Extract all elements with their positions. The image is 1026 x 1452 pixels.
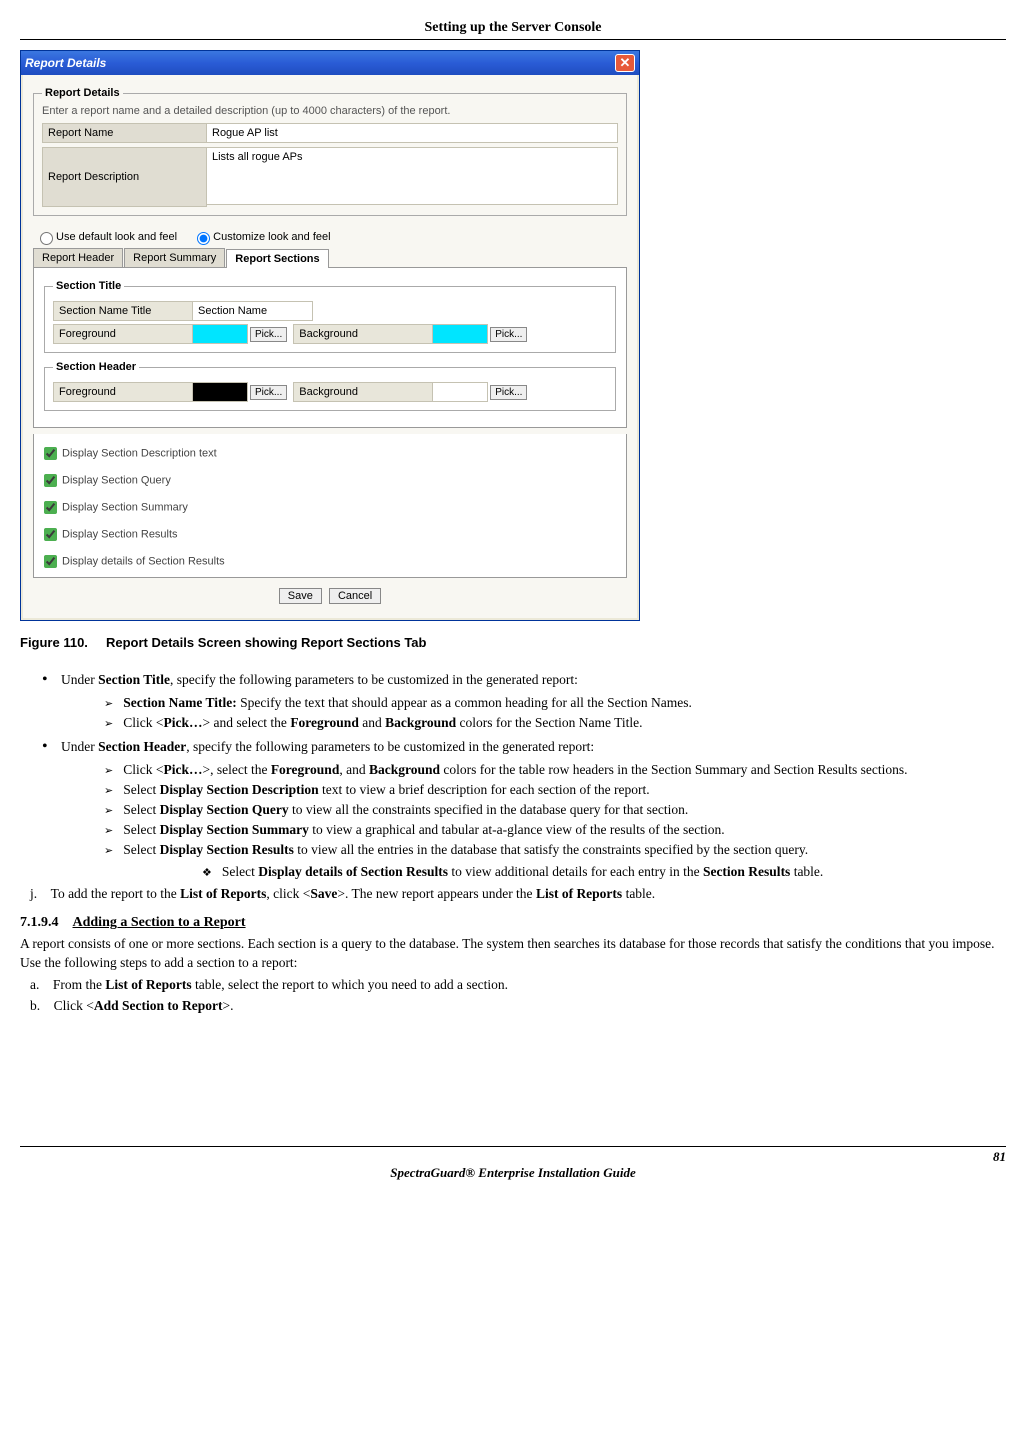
- sh-foreground-label: Foreground: [53, 382, 193, 402]
- look-feel-radio-row: Use default look and feel Customize look…: [31, 224, 629, 248]
- section-intro: A report consists of one or more section…: [20, 934, 1006, 973]
- tab-report-sections[interactable]: Report Sections: [226, 249, 328, 268]
- section-title-legend: Section Title: [53, 280, 124, 292]
- step-j: j. To add the report to the List of Repo…: [42, 884, 1006, 904]
- figure-caption: Figure 110. Report Details Screen showin…: [20, 635, 1006, 650]
- guide-title: SpectraGuard® Enterprise Installation Gu…: [20, 1165, 1006, 1181]
- st-bg-pick-button[interactable]: Pick...: [490, 327, 527, 342]
- page-footer: 81 SpectraGuard® Enterprise Installation…: [20, 1146, 1006, 1181]
- chk-section-summary[interactable]: Display Section Summary: [38, 494, 622, 521]
- report-name-label: Report Name: [42, 123, 207, 143]
- section-header-group: Section Header Foreground Pick... Backgr…: [44, 361, 616, 411]
- sh-background-label: Background: [293, 382, 433, 402]
- step-a: a. From the List of Reports table, selec…: [42, 975, 1006, 995]
- page-number: 81: [20, 1149, 1006, 1165]
- report-desc-input[interactable]: Lists all rogue APs: [207, 147, 618, 205]
- diamond-display-details: Select Display details of Section Result…: [224, 862, 1006, 882]
- body-text: Under Section Title, specify the followi…: [20, 668, 1006, 1016]
- chk-section-query[interactable]: Display Section Query: [38, 467, 622, 494]
- chk-desc-text[interactable]: Display Section Description text: [38, 440, 622, 467]
- dialog-title: Report Details: [25, 56, 106, 70]
- arrow-pick-header-colors: Click <Pick…>, select the Foreground, an…: [126, 760, 1006, 780]
- sh-fg-pick-button[interactable]: Pick...: [250, 385, 287, 400]
- section-name-title-input[interactable]: Section Name: [193, 301, 313, 321]
- arrow-display-summary: Select Display Section Summary to view a…: [126, 820, 1006, 840]
- report-desc-label: Report Description: [42, 147, 207, 207]
- tab-report-header[interactable]: Report Header: [33, 248, 123, 267]
- section-name-title-label: Section Name Title: [53, 301, 193, 321]
- step-b: b. Click <Add Section to Report>.: [42, 996, 1006, 1016]
- hint-text: Enter a report name and a detailed descr…: [42, 105, 618, 117]
- tab-content: Section Title Section Name Title Section…: [33, 268, 627, 428]
- report-name-input[interactable]: Rogue AP list: [207, 123, 618, 143]
- checkbox-list: Display Section Description text Display…: [33, 434, 627, 578]
- section-title-group: Section Title Section Name Title Section…: [44, 280, 616, 353]
- chk-section-results[interactable]: Display Section Results: [38, 521, 622, 548]
- arrow-display-desc: Select Display Section Description text …: [126, 780, 1006, 800]
- cancel-button[interactable]: Cancel: [329, 588, 381, 604]
- st-background-swatch: [433, 324, 488, 344]
- page-header: Setting up the Server Console: [20, 20, 1006, 40]
- arrow-section-name-title: Section Name Title: Specify the text tha…: [126, 693, 1006, 713]
- sh-bg-pick-button[interactable]: Pick...: [490, 385, 527, 400]
- sh-foreground-swatch: [193, 382, 248, 402]
- tabs: Report Header Report Summary Report Sect…: [33, 248, 627, 268]
- arrow-pick-title-colors: Click <Pick…> and select the Foreground …: [126, 713, 1006, 733]
- bullet-section-header: Under Section Header, specify the follow…: [60, 735, 1006, 882]
- chk-details-results[interactable]: Display details of Section Results: [38, 548, 622, 575]
- close-icon[interactable]: ✕: [615, 54, 635, 72]
- arrow-display-query: Select Display Section Query to view all…: [126, 800, 1006, 820]
- section-header-legend: Section Header: [53, 361, 139, 373]
- st-fg-pick-button[interactable]: Pick...: [250, 327, 287, 342]
- bullet-section-title: Under Section Title, specify the followi…: [60, 668, 1006, 733]
- st-foreground-label: Foreground: [53, 324, 193, 344]
- tab-report-summary[interactable]: Report Summary: [124, 248, 225, 267]
- st-background-label: Background: [293, 324, 433, 344]
- radio-custom[interactable]: Customize look and feel: [192, 231, 330, 243]
- st-foreground-swatch: [193, 324, 248, 344]
- group-legend: Report Details: [42, 87, 123, 99]
- report-details-dialog: Report Details ✕ Report Details Enter a …: [20, 50, 640, 621]
- titlebar: Report Details ✕: [21, 51, 639, 75]
- report-details-group: Report Details Enter a report name and a…: [33, 87, 627, 216]
- dialog-buttons: Save Cancel: [31, 578, 629, 610]
- save-button[interactable]: Save: [279, 588, 322, 604]
- sh-background-swatch: [433, 382, 488, 402]
- radio-default[interactable]: Use default look and feel: [35, 231, 177, 243]
- section-heading: 7.1.9.4 Adding a Section to a Report: [20, 913, 1006, 933]
- arrow-display-results: Select Display Section Results to view a…: [126, 840, 1006, 882]
